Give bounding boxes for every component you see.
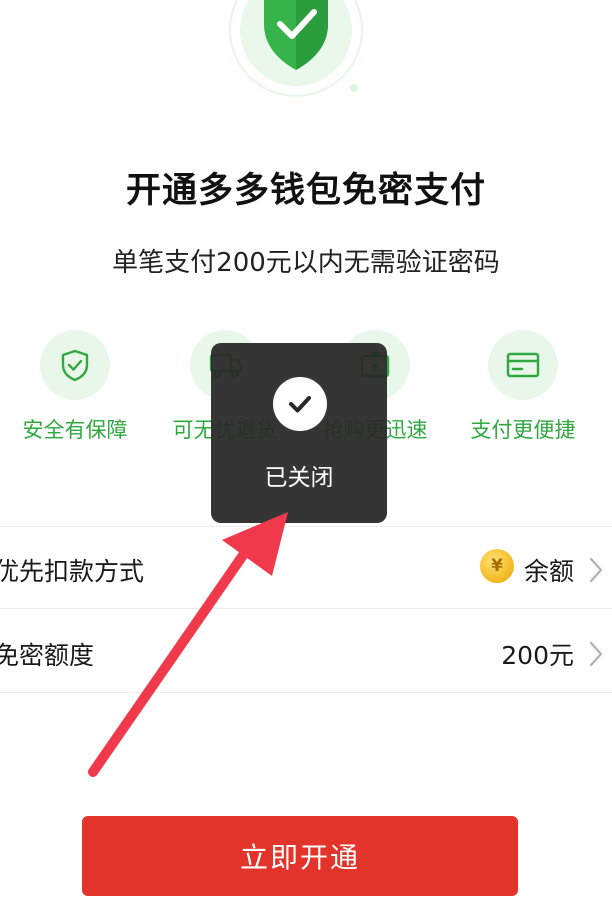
activate-button[interactable]: 立即开通 [82,816,518,896]
feature-label: 安全有保障 [22,418,128,442]
feature-convenient: 支付更便捷 [448,330,598,450]
feature-label: 支付更便捷 [470,418,576,442]
payment-method-value: 余额 [523,557,574,586]
divider [0,692,612,693]
limit-label: 免密额度 [0,641,95,670]
page-subtitle: 单笔支付200元以内无需验证密码 [112,248,500,278]
divider [0,526,612,527]
payment-method-label: 优先扣款方式 [0,557,145,586]
chevron-right-icon [589,557,603,583]
divider [0,608,612,609]
toast: 已关闭 [211,343,387,523]
yen-coin-icon: ¥ [480,549,514,583]
shield-check-icon [40,330,110,400]
check-icon [273,377,327,431]
card-icon [488,330,558,400]
security-shield-logo [226,0,366,100]
chevron-right-icon [589,641,603,667]
limit-value: 200元 [501,641,574,670]
shield-check-icon [229,0,363,97]
page-title: 开通多多钱包免密支付 [125,171,486,211]
toast-message: 已关闭 [264,465,334,491]
feature-security: 安全有保障 [0,330,150,450]
